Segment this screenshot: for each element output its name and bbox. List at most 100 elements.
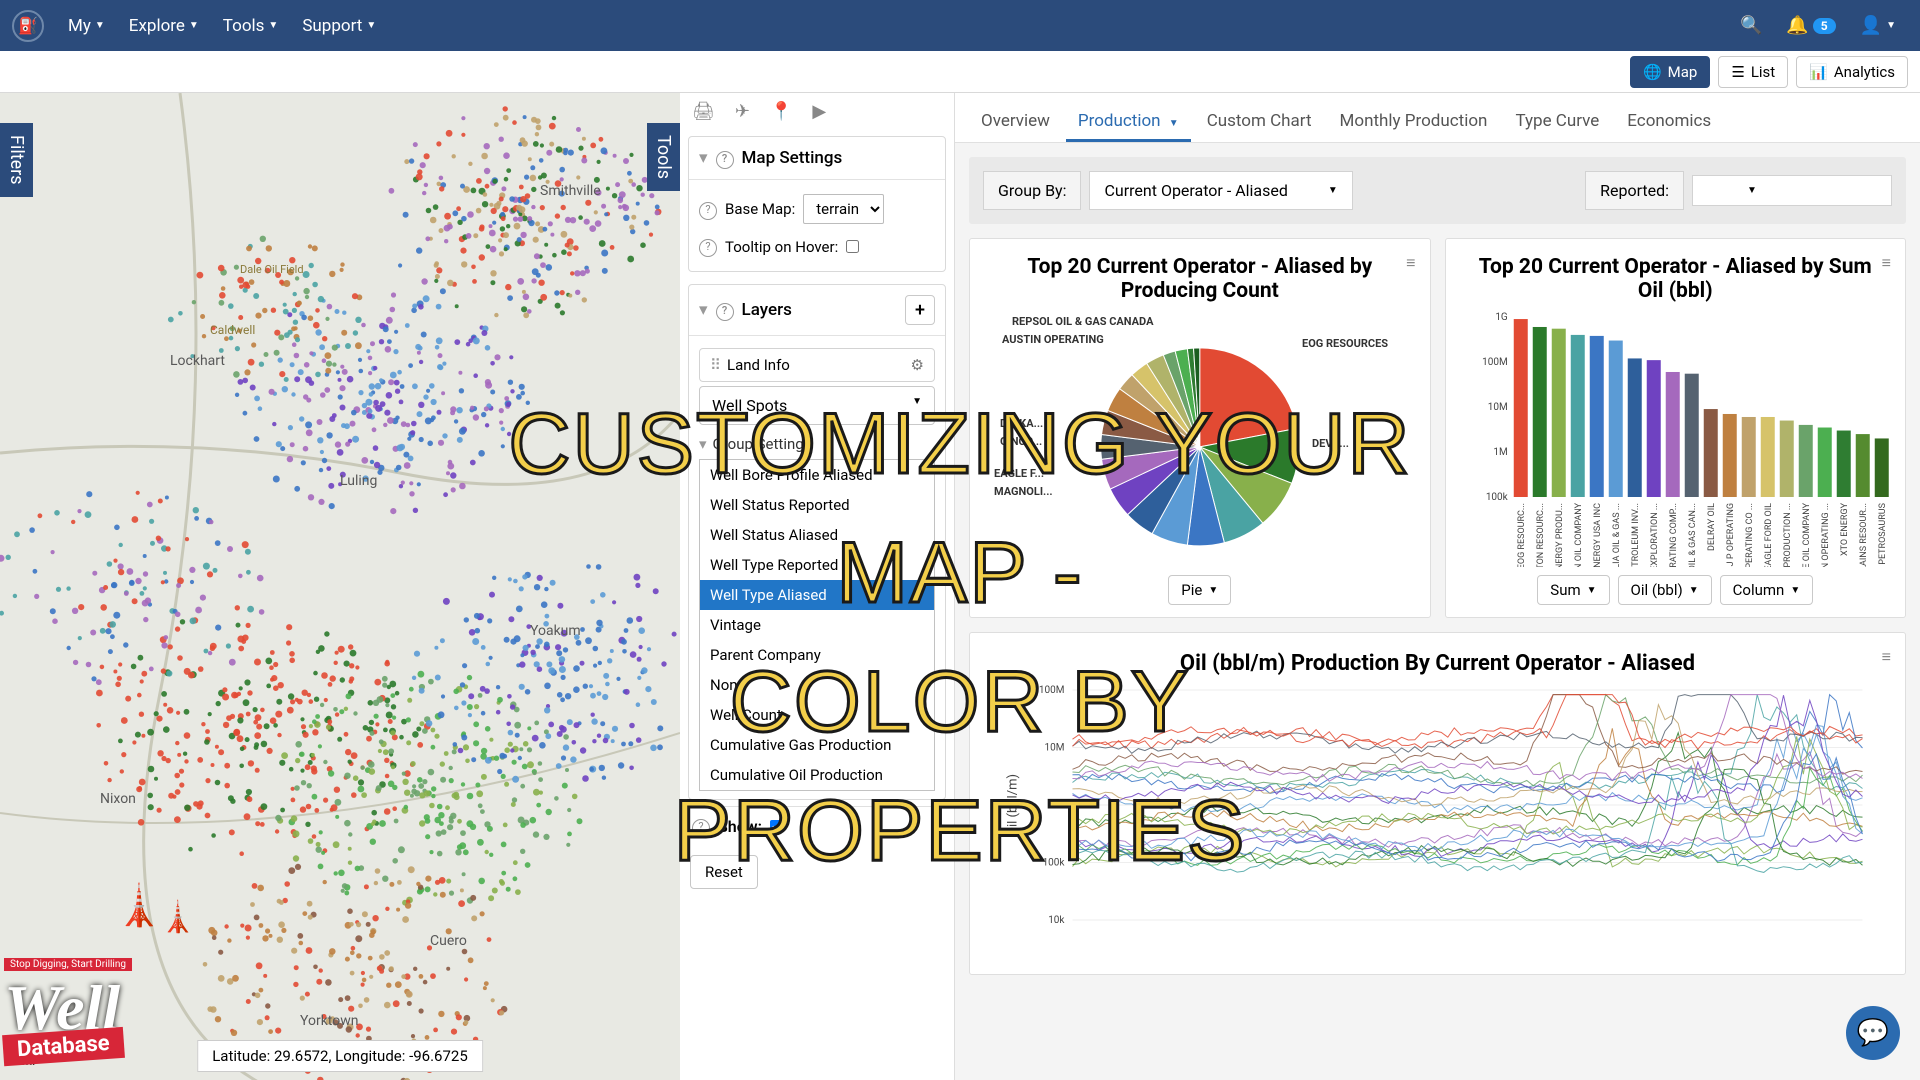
- view-analytics-button[interactable]: 📊 Analytics: [1796, 56, 1908, 88]
- svg-text:REPSOL OIL & GAS CAN...: REPSOL OIL & GAS CAN...: [1687, 503, 1697, 567]
- filters-tab[interactable]: Filters: [0, 123, 33, 197]
- bar-chart[interactable]: 1G100M10M1M100kEOG RESOURC...BURLINGTON …: [1458, 307, 1894, 567]
- color-by-option[interactable]: Well Status Reported: [700, 490, 934, 520]
- color-by-option[interactable]: Well Count: [700, 700, 934, 730]
- layers-header[interactable]: ▾Layers +: [689, 285, 945, 336]
- svg-text:MURPHY EXPLORATION ...: MURPHY EXPLORATION ...: [1649, 503, 1659, 567]
- bell-icon[interactable]: 🔔5: [1774, 15, 1847, 36]
- svg-text:ORIGIN PRODUCTION ...: ORIGIN PRODUCTION ...: [1782, 503, 1792, 567]
- svg-text:BURLINGTON RESOURC...: BURLINGTON RESOURC...: [1535, 503, 1545, 567]
- help-icon[interactable]: [716, 147, 734, 169]
- bar-agg-select[interactable]: Sum ▼: [1537, 575, 1609, 605]
- color-by-option[interactable]: Parent Company: [700, 640, 934, 670]
- color-by-option[interactable]: Vintage: [700, 610, 934, 640]
- print-icon[interactable]: 🖨: [692, 101, 715, 122]
- help-icon[interactable]: [699, 199, 717, 220]
- tab-row: OverviewProduction ▼Custom ChartMonthly …: [955, 93, 1920, 143]
- map-settings-header[interactable]: ▾Map Settings: [689, 137, 945, 180]
- svg-text:EAGLE FORD OIL: EAGLE FORD OIL: [1763, 503, 1773, 567]
- tab-production[interactable]: Production ▼: [1066, 103, 1191, 142]
- svg-text:10k: 10k: [1048, 915, 1065, 926]
- svg-text:MAGNOLIA OIL & GAS ...: MAGNOLIA OIL & GAS ...: [1611, 503, 1621, 567]
- well-database-logo: 🗼 🗼 Stop Digging, Start Drilling Well Da…: [4, 892, 244, 1076]
- svg-text:PETROSAURUS: PETROSAURUS: [1877, 503, 1887, 565]
- reset-button[interactable]: Reset: [690, 855, 758, 889]
- card-menu-icon[interactable]: ≡: [1406, 253, 1415, 273]
- svg-text:BAYTEX ENERGY USA INC: BAYTEX ENERGY USA INC: [1592, 503, 1602, 567]
- svg-text:10M: 10M: [1487, 402, 1507, 413]
- pie-chart[interactable]: REPSOL OIL & GAS CANADAAUSTIN OPERATINGE…: [982, 307, 1418, 567]
- show-checkbox[interactable]: [770, 820, 783, 833]
- color-by-option[interactable]: Cumulative Oil Production: [700, 760, 934, 790]
- tab-overview[interactable]: Overview: [969, 103, 1062, 142]
- layer-land-info[interactable]: Land Info: [699, 348, 935, 382]
- svg-text:GINCO OPERATING CO ...: GINCO OPERATING CO ...: [1744, 503, 1754, 567]
- dashboard-pane: OverviewProduction ▼Custom ChartMonthly …: [955, 93, 1920, 1080]
- svg-text:GREAT PLAINS RESOUR...: GREAT PLAINS RESOUR...: [1858, 503, 1868, 567]
- bar-type-select[interactable]: Column ▼: [1720, 575, 1814, 605]
- gear-icon[interactable]: [911, 356, 924, 374]
- color-by-option[interactable]: Well Type Aliased: [700, 580, 934, 610]
- base-map-select[interactable]: terrain: [803, 194, 884, 224]
- color-by-option[interactable]: Well Status Aliased: [700, 520, 934, 550]
- tools-tab[interactable]: Tools: [647, 123, 680, 191]
- card-menu-icon[interactable]: ≡: [1882, 647, 1891, 667]
- town-label: Nixon: [100, 791, 136, 807]
- svg-text:1M: 1M: [1493, 447, 1507, 458]
- town-label: Lockhart: [170, 353, 225, 369]
- view-list-button[interactable]: ☰ List: [1718, 56, 1788, 88]
- tooltip-hover-checkbox[interactable]: [846, 240, 859, 253]
- group-by-select[interactable]: Current Operator - Aliased▼: [1089, 171, 1352, 210]
- town-label: Smithville: [540, 183, 601, 199]
- svg-text:XTO ENERGY: XTO ENERGY: [1839, 502, 1849, 556]
- user-icon[interactable]: 👤▼: [1848, 15, 1908, 36]
- nav-tools[interactable]: Tools▼: [211, 16, 291, 36]
- svg-text:B J P OPERATING: B J P OPERATING: [1725, 503, 1735, 567]
- tab-monthly-production[interactable]: Monthly Production: [1328, 103, 1500, 142]
- tab-custom-chart[interactable]: Custom Chart: [1195, 103, 1324, 142]
- help-icon[interactable]: [716, 299, 734, 321]
- show-label: Show:: [718, 817, 762, 836]
- control-bar: Group By: Current Operator - Aliased▼ Re…: [969, 157, 1906, 224]
- reported-select[interactable]: ▼: [1692, 175, 1892, 206]
- group-by-label: Group By:: [983, 171, 1081, 210]
- svg-text:100M: 100M: [1482, 357, 1508, 368]
- card-menu-icon[interactable]: ≡: [1882, 253, 1891, 273]
- map-pane[interactable]: Filters Tools Smithville Lockhart Caldwe…: [0, 93, 680, 1080]
- logo-icon[interactable]: ⛽: [12, 10, 44, 42]
- help-icon[interactable]: [699, 236, 717, 257]
- nav-explore[interactable]: Explore▼: [117, 16, 211, 36]
- bar-metric-select[interactable]: Oil (bbl) ▼: [1618, 575, 1712, 605]
- send-icon[interactable]: ✈: [735, 101, 750, 122]
- svg-text:10M: 10M: [1045, 743, 1065, 754]
- nav-support[interactable]: Support▼: [290, 16, 388, 36]
- color-by-option[interactable]: Well Bore Profile Aliased: [700, 460, 934, 490]
- color-by-option[interactable]: Well Type Reported: [700, 550, 934, 580]
- tab-economics[interactable]: Economics: [1615, 103, 1723, 142]
- pie-type-select[interactable]: Pie ▼: [1168, 575, 1231, 605]
- add-layer-button[interactable]: +: [905, 295, 935, 325]
- svg-text:DEVON ENERGY PRODU...: DEVON ENERGY PRODU...: [1554, 503, 1564, 567]
- town-label: Luling: [340, 473, 377, 489]
- layers-section: ▾Layers + Land Info Well Spots▼ ▾Group S…: [688, 284, 946, 800]
- help-icon[interactable]: [692, 815, 710, 837]
- line-chart[interactable]: 100M10M1M100k10kOil (bbl/m): [984, 680, 1891, 960]
- pin-icon[interactable]: 📍: [770, 101, 792, 122]
- drag-icon[interactable]: [710, 356, 727, 374]
- play-icon[interactable]: ▶: [812, 101, 826, 122]
- color-by-option[interactable]: None: [700, 670, 934, 700]
- view-map-button[interactable]: 🌐 Map: [1630, 56, 1710, 88]
- search-icon[interactable]: 🔍: [1728, 15, 1774, 36]
- well-spots-dropdown[interactable]: Well Spots▼: [699, 386, 935, 425]
- top-nav: ⛽ My▼ Explore▼ Tools▼ Support▼ 🔍 🔔5 👤▼: [0, 0, 1920, 51]
- nav-my[interactable]: My▼: [56, 16, 117, 36]
- color-by-dropdown-menu: Well Bore Profile AliasedWell Status Rep…: [699, 459, 935, 791]
- bar-card: Top 20 Current Operator - Aliased by Sum…: [1445, 238, 1907, 618]
- svg-text:1G: 1G: [1495, 312, 1508, 323]
- chat-fab[interactable]: 💬: [1846, 1006, 1900, 1060]
- tab-type-curve[interactable]: Type Curve: [1503, 103, 1611, 142]
- color-by-option[interactable]: Cumulative Gas Production: [700, 730, 934, 760]
- notif-badge: 5: [1813, 18, 1836, 34]
- svg-text:AUSTIN OPERATING ...: AUSTIN OPERATING ...: [1820, 503, 1830, 567]
- svg-text:BPX OPERATING COMP...: BPX OPERATING COMP...: [1668, 503, 1678, 567]
